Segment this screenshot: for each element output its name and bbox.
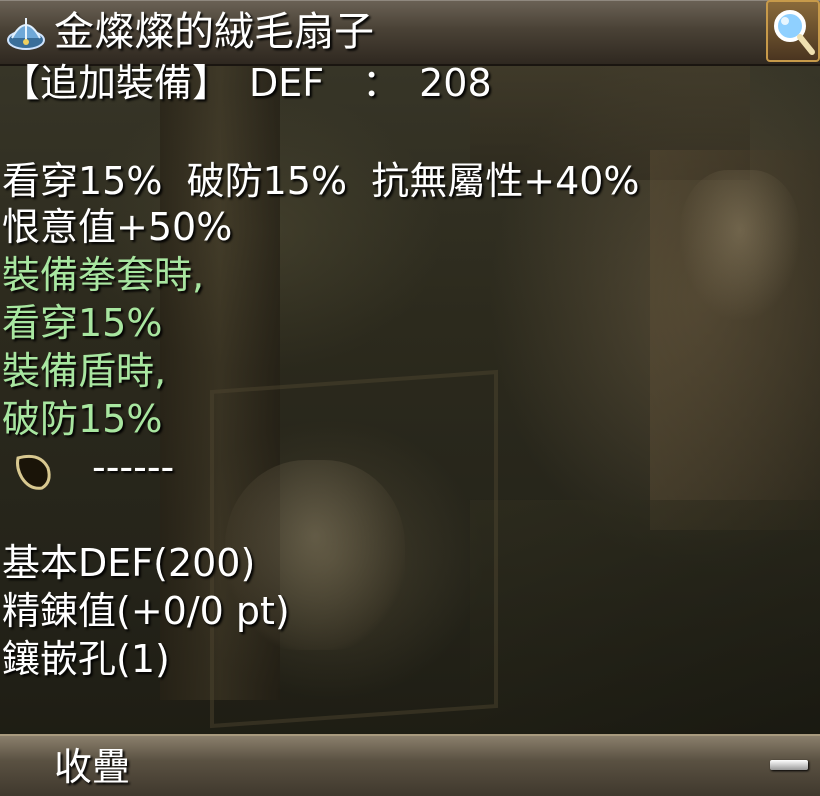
minus-icon[interactable] — [770, 760, 808, 770]
extra-equip-def-line: 【追加裝備】 DEF ： 208 — [2, 61, 492, 105]
stat-line: 恨意值+50% — [2, 205, 233, 249]
conditional-line: 裝備拳套時, — [2, 253, 205, 297]
title-bar: 金燦燦的絨毛扇子 — [0, 0, 820, 66]
collapse-bar[interactable]: 收疊 — [0, 734, 820, 796]
stat-line: 看穿15% 破防15% 抗無屬性+40% — [2, 159, 640, 203]
conditional-line: 裝備盾時, — [2, 349, 167, 393]
background-floor — [470, 500, 820, 740]
feather-fan-icon — [7, 18, 45, 50]
item-name-title: 金燦燦的絨毛扇子 — [54, 9, 374, 55]
conditional-line: 破防15% — [2, 397, 163, 441]
magnifier-icon — [774, 10, 815, 55]
collapse-label: 收疊 — [54, 745, 131, 789]
empty-card-slot-icon — [16, 454, 51, 490]
item-info-window: 金燦燦的絨毛扇子 【追加裝備】 DEF ： 208 看穿15% 破防15% 抗無… — [0, 0, 820, 796]
card-slot-text: ------ — [92, 445, 175, 489]
socket-line: 鑲嵌孔(1) — [2, 637, 170, 681]
background-wall — [650, 150, 820, 530]
refine-line: 精錬值(+0/0 pt) — [2, 589, 290, 633]
search-button[interactable] — [766, 0, 820, 62]
base-stat-line: 基本DEF(200) — [2, 541, 256, 585]
conditional-line: 看穿15% — [2, 301, 163, 345]
background-sack — [680, 170, 800, 320]
